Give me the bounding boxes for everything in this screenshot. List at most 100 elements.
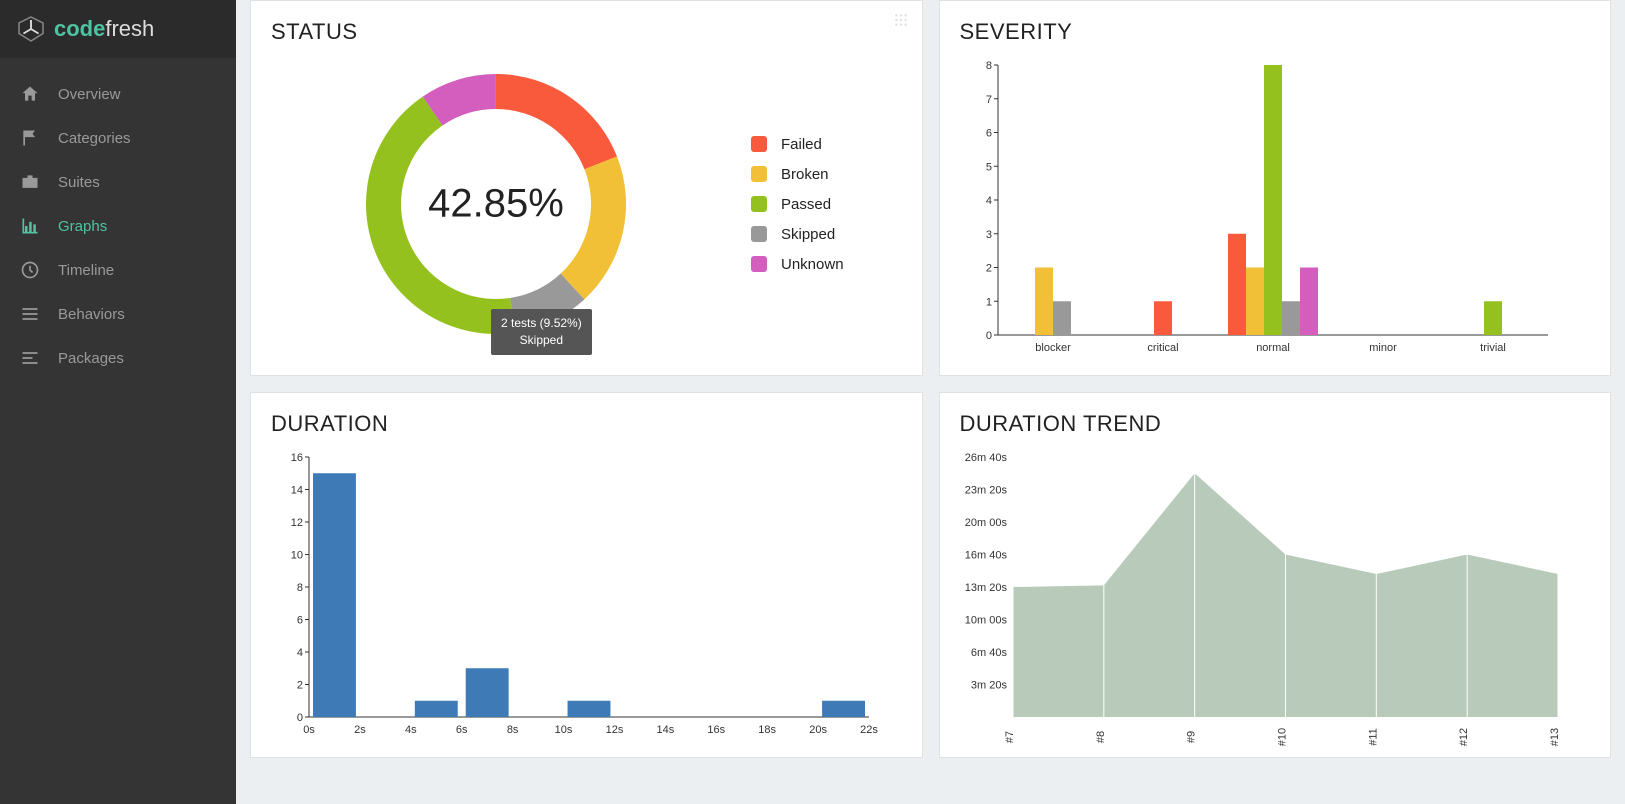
status-legend: Failed Broken Passed Skipped Unknown [751,129,844,279]
donut-center-value: 42.85% [428,182,564,227]
svg-text:#11: #11 [1367,728,1379,746]
severity-bar-chart[interactable]: 012345678blockercriticalnormalminortrivi… [958,55,1558,365]
legend-item: Passed [751,189,844,219]
panel-title: STATUS [251,1,922,55]
svg-text:16s: 16s [707,724,725,736]
panel-severity: SEVERITY 012345678blockercriticalnormalm… [939,0,1612,376]
svg-text:#13: #13 [1549,728,1561,746]
align-icon [20,348,40,368]
nav-label: Overview [58,86,121,103]
legend-swatch [751,166,767,182]
svg-text:0: 0 [985,330,991,342]
sidebar-item-suites[interactable]: Suites [0,160,236,204]
svg-text:16m 40s: 16m 40s [964,550,1007,562]
sidebar-item-overview[interactable]: Overview [0,72,236,116]
svg-text:blocker: blocker [1035,342,1071,354]
svg-text:4: 4 [985,195,991,207]
svg-text:#8: #8 [1094,731,1106,743]
svg-text:22s: 22s [860,724,878,736]
briefcase-icon [20,172,40,192]
svg-text:1: 1 [985,296,991,308]
svg-text:20s: 20s [809,724,827,736]
nav-label: Categories [58,130,131,147]
status-donut-chart[interactable]: 42.85% 2 tests (9.52%) Skipped [351,59,641,349]
chart-tooltip: 2 tests (9.52%) Skipped [491,309,592,355]
legend-item: Failed [751,129,844,159]
svg-text:10: 10 [291,550,303,562]
svg-text:4s: 4s [405,724,417,736]
svg-text:4: 4 [297,647,303,659]
svg-text:10m 00s: 10m 00s [964,615,1007,627]
panel-title: DURATION TREND [940,393,1611,447]
nav-label: Behaviors [58,306,125,323]
nav-label: Suites [58,174,100,191]
nav: Overview Categories Suites Graphs Timeli… [0,58,236,380]
svg-text:12: 12 [291,517,303,529]
panel-title: DURATION [251,393,922,447]
duration-bar-chart[interactable]: 02468101214160s2s4s6s8s10s12s14s16s18s20… [269,447,879,747]
logo[interactable]: codefresh [0,0,236,58]
sidebar-item-timeline[interactable]: Timeline [0,248,236,292]
svg-text:26m 40s: 26m 40s [964,452,1007,464]
svg-text:0: 0 [297,712,303,724]
nav-label: Graphs [58,218,107,235]
svg-text:8: 8 [297,582,303,594]
panel-status: STATUS 42.85% 2 tests (9.52%) Skipped [250,0,923,376]
svg-text:10s: 10s [555,724,573,736]
sidebar-item-graphs[interactable]: Graphs [0,204,236,248]
svg-text:6: 6 [297,615,303,627]
svg-text:18s: 18s [758,724,776,736]
svg-text:trivial: trivial [1480,342,1506,354]
svg-text:#12: #12 [1458,728,1470,746]
legend-item: Broken [751,159,844,189]
sidebar-item-behaviors[interactable]: Behaviors [0,292,236,336]
svg-text:6m 40s: 6m 40s [970,647,1007,659]
svg-text:14s: 14s [656,724,674,736]
legend-swatch [751,136,767,152]
trend-area-chart[interactable]: 3m 20s 6m 40s 10m 00s 13m 20s 16m 40s 20m 00s… [958,447,1568,747]
svg-text:critical: critical [1147,342,1178,354]
svg-text:3m 20s: 3m 20s [970,680,1007,692]
legend-item: Unknown [751,249,844,279]
legend-swatch [751,226,767,242]
svg-text:7: 7 [985,94,991,106]
svg-text:3: 3 [985,229,991,241]
panel-duration: DURATION 02468101214160s2s4s6s8s10s12s14… [250,392,923,758]
legend-item: Skipped [751,219,844,249]
svg-text:normal: normal [1256,342,1290,354]
svg-text:6s: 6s [456,724,468,736]
chart-icon [20,216,40,236]
sidebar-item-packages[interactable]: Packages [0,336,236,380]
legend-swatch [751,256,767,272]
svg-text:#10: #10 [1276,728,1288,746]
sidebar-item-categories[interactable]: Categories [0,116,236,160]
svg-text:8: 8 [985,60,991,72]
svg-text:#9: #9 [1185,731,1197,743]
sidebar: codefresh Overview Categories Suites Gra… [0,0,236,804]
logo-text: codefresh [54,16,154,42]
svg-text:2: 2 [297,680,303,692]
flag-icon [20,128,40,148]
svg-text:23m 20s: 23m 20s [964,485,1007,497]
svg-text:14: 14 [291,485,303,497]
main-content: STATUS 42.85% 2 tests (9.52%) Skipped [236,0,1625,804]
svg-text:13m 20s: 13m 20s [964,582,1007,594]
svg-text:5: 5 [985,161,991,173]
list-icon [20,304,40,324]
svg-text:6: 6 [985,128,991,140]
home-icon [20,84,40,104]
panel-trend: DURATION TREND 3m 20s 6m 40s 10m 00s 13m 20… [939,392,1612,758]
svg-text:16: 16 [291,452,303,464]
clock-icon [20,260,40,280]
svg-text:0s: 0s [303,724,315,736]
svg-text:2s: 2s [354,724,366,736]
svg-text:#7: #7 [1004,731,1016,743]
nav-label: Packages [58,350,124,367]
svg-text:12s: 12s [606,724,624,736]
legend-swatch [751,196,767,212]
svg-text:20m 00s: 20m 00s [964,517,1007,529]
nav-label: Timeline [58,262,114,279]
logo-icon [16,15,46,43]
panel-title: SEVERITY [940,1,1611,55]
drag-handle-icon[interactable] [894,13,908,32]
